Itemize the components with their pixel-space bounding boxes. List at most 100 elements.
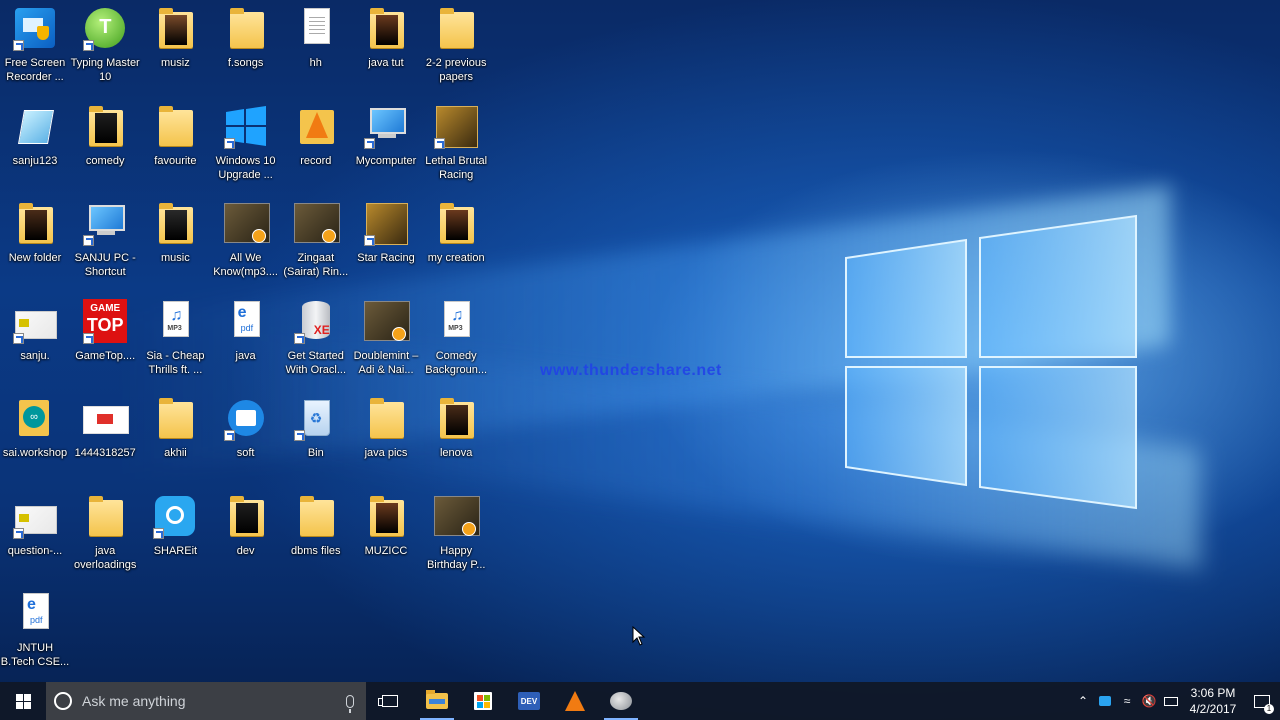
desktop-icon[interactable]: lenova [421, 396, 491, 460]
desktop-icon[interactable]: GAME TOP GameTop.... [70, 298, 140, 363]
desktop-icon[interactable]: hh [281, 6, 351, 70]
folder-icon [434, 6, 478, 50]
shortcut-arrow-icon [13, 527, 24, 539]
dev-cpp-button[interactable]: DEV [506, 682, 552, 720]
desktop-icon[interactable]: dev [211, 494, 281, 558]
desktop-icon[interactable]: MUZICC [351, 494, 421, 558]
desktop-icon[interactable]: Zingaat (Sairat) Rin... [281, 201, 351, 279]
desktop-icon[interactable]: 1444318257 [70, 396, 140, 460]
windows-logo-wallpaper [845, 214, 1137, 510]
mouse-pointer-icon [632, 626, 646, 646]
desktop-icon[interactable]: Free Screen Recorder ... [0, 6, 70, 84]
video-icon [434, 494, 481, 538]
arduino-icon: ∞ [13, 396, 57, 440]
folder-icon [364, 494, 408, 538]
desktop-icon-label: dev [236, 544, 255, 557]
desktop-icon[interactable]: ♫ MP3 Sia - Cheap Thrills ft. ... [140, 299, 210, 377]
desktop-icon-label: sanju123 [12, 154, 58, 167]
desktop-icon[interactable]: e pdf java [211, 299, 281, 363]
desktop-icon[interactable]: Windows 10 Upgrade ... [211, 104, 281, 182]
desktop-icon-label: f.songs [227, 57, 264, 69]
start-button[interactable] [0, 682, 46, 720]
shareit-icon [153, 494, 197, 539]
desktop-icon-label: sai.workshop [2, 447, 68, 459]
shortcut-arrow-icon [83, 235, 95, 246]
mp3-icon: ♫ MP3 [434, 299, 478, 343]
database-icon: XE [293, 299, 338, 344]
store-button[interactable] [460, 682, 506, 720]
desktop-icon[interactable]: Star Racing [351, 201, 421, 265]
desktop-icon[interactable]: f.songs [211, 6, 281, 70]
tray-app-icon[interactable] [1094, 682, 1116, 720]
desktop-icon[interactable]: New folder [0, 201, 70, 265]
desktop-icon[interactable]: All We Know(mp3.... [211, 201, 281, 279]
store-icon [474, 692, 492, 710]
game-icon [364, 201, 408, 246]
pdf-icon: e pdf [224, 299, 268, 343]
desktop-icon[interactable]: T Typing Master 10 [70, 6, 140, 84]
desktop-icon[interactable]: sanju. [0, 299, 70, 363]
notepad-icon [13, 104, 57, 148]
desktop-icon-label: Typing Master 10 [70, 57, 140, 83]
wifi-icon[interactable]: ≈ [1116, 682, 1138, 720]
desktop-icon[interactable]: soft [211, 396, 281, 460]
desktop-icon[interactable]: 2-2 previous papers [421, 6, 491, 84]
shareit-folder-icon [223, 396, 268, 441]
desktop-icon-label: java [235, 349, 256, 362]
clock[interactable]: 3:06 PM 4/2/2017 [1182, 685, 1244, 717]
desktop-icon[interactable]: java tut [351, 6, 421, 70]
dev-cpp-icon: DEV [518, 692, 540, 710]
desktop-icon[interactable]: musiz [140, 6, 210, 70]
task-view-button[interactable] [367, 682, 413, 720]
desktop-icon[interactable]: music [140, 201, 210, 265]
folder-icon [224, 494, 268, 538]
vlc-button[interactable] [552, 682, 598, 720]
folder-icon [153, 104, 197, 148]
desktop-icon[interactable]: java pics [351, 396, 421, 460]
desktop-icon[interactable]: akhii [140, 396, 210, 460]
desktop-icon[interactable]: ∞ sai.workshop [0, 396, 70, 460]
desktop-icon[interactable]: XE Get Started With Oracl... [281, 299, 351, 377]
desktop-icon[interactable]: favourite [140, 104, 210, 168]
desktop-icon-label: dbms files [291, 544, 341, 557]
desktop-icon[interactable]: e pdf JNTUH B.Tech CSE... [0, 591, 70, 669]
desktop-icon[interactable]: SHAREit [140, 494, 210, 558]
mp3-icon: ♫ MP3 [153, 299, 197, 343]
shortcut-arrow-icon [83, 332, 95, 344]
action-center-button[interactable]: 1 [1244, 682, 1280, 720]
desktop-icon[interactable]: comedy [70, 104, 140, 168]
shortcut-arrow-icon [153, 527, 165, 539]
clock-time: 3:06 PM [1190, 686, 1236, 700]
desktop-icon-label: Get Started With Oracl... [285, 349, 347, 376]
desktop-icon[interactable]: Mycomputer [351, 104, 421, 168]
desktop-icon-label: Bin [307, 447, 324, 459]
desktop-icon[interactable]: question-... [0, 494, 70, 558]
desktop-icon-label: Lethal Brutal Racing [425, 154, 488, 181]
desktop-icon[interactable]: java overloadings [70, 494, 140, 572]
file-explorer-button[interactable] [414, 682, 460, 720]
desktop-icon[interactable]: sanju123 [0, 104, 70, 168]
game-icon [434, 104, 479, 149]
cortana-search-box[interactable]: Ask me anything [46, 682, 366, 720]
task-view-icon [378, 695, 398, 707]
battery-icon[interactable] [1160, 682, 1182, 720]
file-explorer-icon [426, 690, 448, 709]
desktop-icon-label: Doublemint – Adi & Nai... [353, 349, 419, 376]
desktop-icon[interactable]: my creation [421, 201, 491, 265]
desktop-icon[interactable]: SANJU PC - Shortcut [70, 201, 140, 279]
desktop-icon[interactable]: record [281, 104, 351, 168]
folder-icon [83, 494, 127, 538]
desktop-icon[interactable]: ♻ Bin [281, 396, 351, 460]
chevron-up-icon[interactable]: ⌃ [1072, 682, 1094, 720]
microphone-icon[interactable] [346, 694, 354, 713]
desktop-icon[interactable]: Lethal Brutal Racing [421, 104, 491, 182]
desktop-icon[interactable]: Doublemint – Adi & Nai... [351, 299, 421, 377]
folder-icon [364, 396, 408, 440]
shortcut-arrow-icon [13, 40, 24, 51]
volume-muted-icon[interactable]: 🔇 [1138, 682, 1160, 720]
clock-date: 4/2/2017 [1189, 702, 1237, 716]
paint-button[interactable] [598, 682, 644, 720]
desktop-icon[interactable]: ♫ MP3 Comedy Backgroun... [421, 299, 491, 377]
desktop-icon[interactable]: Happy Birthday P... [421, 494, 491, 572]
desktop-icon[interactable]: dbms files [281, 494, 351, 558]
